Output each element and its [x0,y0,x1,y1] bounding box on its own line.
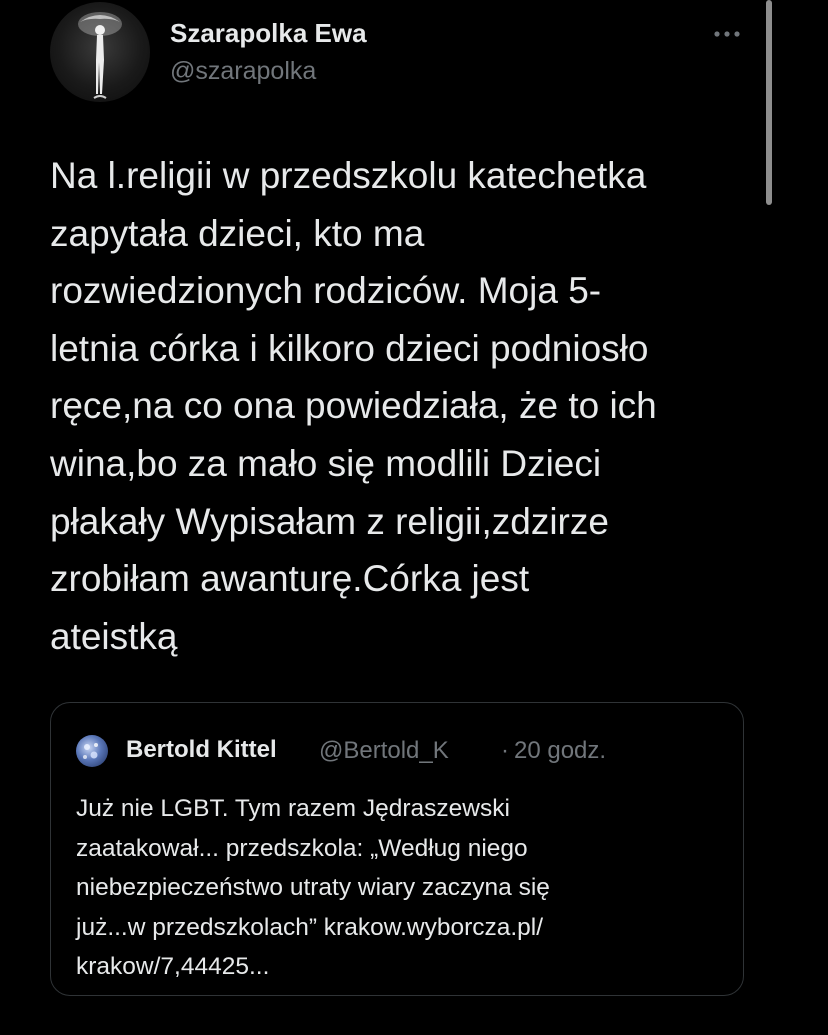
avatar-figure-image [78,12,122,99]
quoted-author-avatar[interactable] [76,735,108,767]
quoted-author-display-name[interactable]: Bertold Kittel [126,736,277,764]
tweet-header: Szarapolka Ewa @szarapolka [50,2,770,102]
tweet-text: Na l.religii w przedszkolu katechetka za… [50,155,657,657]
separator-dot: · [501,737,509,764]
more-horizontal-icon[interactable] [711,24,743,44]
quoted-tweet-card[interactable]: Bertold Kittel @Bertold_K · 20 godz. Już… [50,702,744,996]
author-handle[interactable]: @szarapolka [170,57,316,86]
avatar[interactable] [50,2,150,102]
quoted-timestamp[interactable]: 20 godz. [514,737,606,765]
tweet: Szarapolka Ewa @szarapolka Na l.religii … [0,0,828,1035]
author-display-name[interactable]: Szarapolka Ewa [170,18,367,49]
quoted-tweet-text: Już nie LGBT. Tym razem Jędraszewski zaa… [76,795,550,980]
quoted-author-handle[interactable]: @Bertold_K [319,737,449,765]
